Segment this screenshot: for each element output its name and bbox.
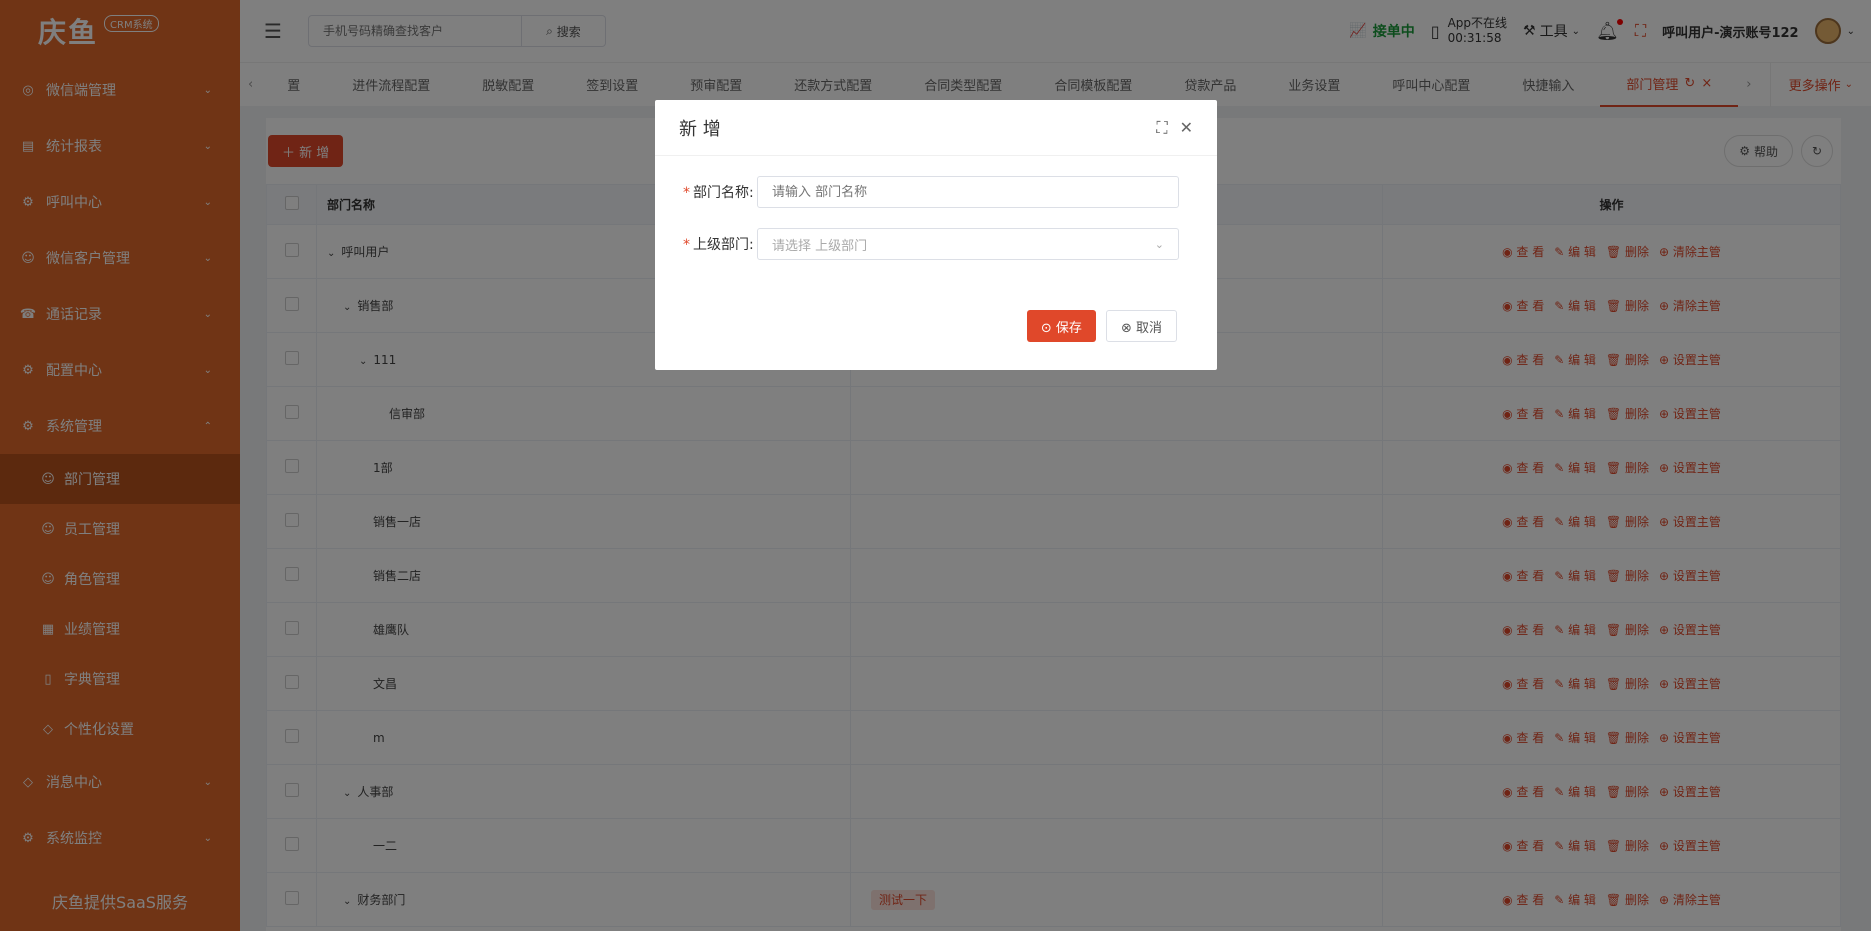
dept-name-label: * 部门名称: — [683, 185, 754, 201]
chevron-down-icon: ⌄ — [1154, 237, 1164, 251]
save-icon: ⊙ — [1040, 320, 1052, 336]
maximize-icon[interactable]: ⛶ — [1156, 118, 1167, 138]
save-label: 保存 — [1055, 320, 1082, 336]
cancel-button[interactable]: ⊗ 取消 — [1105, 310, 1177, 342]
cancel-label: 取消 — [1135, 320, 1162, 336]
close-icon[interactable]: ✕ — [1180, 118, 1193, 138]
form-row-dept-name: * 部门名称: — [655, 176, 1217, 208]
cancel-icon: ⊗ — [1120, 320, 1132, 336]
form-row-parent-dept: * 上级部门: 请选择 上级部门 ⌄ — [655, 228, 1217, 260]
dept-name-input[interactable] — [757, 176, 1179, 208]
parent-dept-placeholder: 请选择 上级部门 — [772, 238, 868, 254]
add-department-dialog: 新 增 ⛶ ✕ *部门名称: *上级部门: 请选择 上级部门 ⌄ ⊙ 保存 ⊗ … — [655, 100, 1217, 370]
parent-dept-label: * 上级部门: — [683, 237, 754, 253]
dialog-title: 新 增 — [679, 118, 721, 140]
parent-dept-select[interactable]: 请选择 上级部门 ⌄ — [757, 228, 1179, 260]
save-button[interactable]: ⊙ 保存 — [1026, 310, 1096, 342]
